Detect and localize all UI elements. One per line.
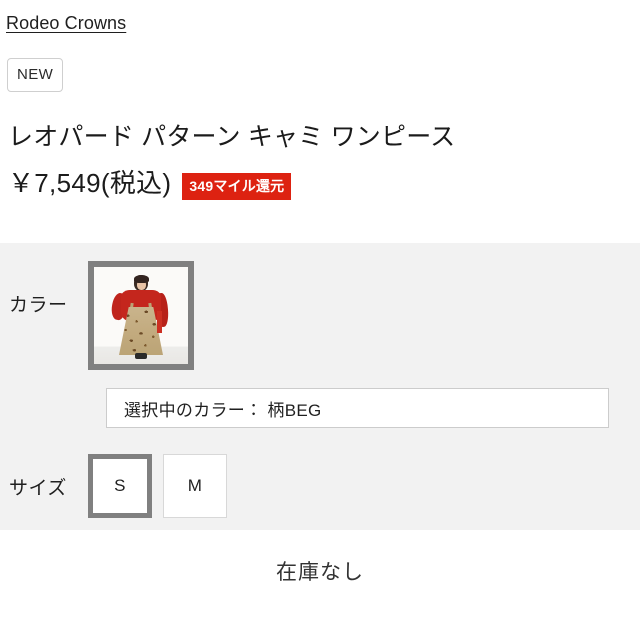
size-list: S M	[88, 454, 227, 518]
product-detail-page: Rodeo Crowns NEW レオパード パターン キャミ ワンピース ￥7…	[0, 0, 640, 640]
selected-color-display[interactable]: 選択中のカラー： 柄BEG	[106, 388, 609, 428]
model-shoes-icon	[135, 353, 147, 359]
product-price: ￥7,549(税込)	[8, 168, 172, 198]
size-option-m[interactable]: M	[163, 454, 227, 518]
product-photo-tag-icon	[157, 311, 162, 333]
stock-status: 在庫なし	[276, 561, 364, 584]
size-option-row: サイズ S M	[0, 428, 640, 518]
product-title: レオパード パターン キャミ ワンピース	[8, 123, 456, 151]
color-swatch-list	[88, 261, 194, 370]
color-option-row: カラー	[0, 243, 640, 370]
selected-color-spacer	[0, 388, 106, 428]
color-swatch-柄BEG[interactable]	[88, 261, 194, 370]
mile-reward-badge: 349マイル還元	[182, 172, 292, 200]
size-label: サイズ	[9, 478, 67, 499]
color-swatch-image	[94, 267, 188, 364]
size-option-s[interactable]: S	[88, 454, 152, 518]
model-fringe-icon	[134, 275, 149, 283]
badge-row: NEW	[0, 34, 640, 92]
brand-row: Rodeo Crowns	[0, 0, 640, 34]
new-badge: NEW	[7, 58, 64, 92]
color-label: カラー	[9, 295, 68, 316]
selected-color-row: 選択中のカラー： 柄BEG	[0, 370, 640, 428]
price-row: ￥7,549(税込) 349マイル還元	[0, 153, 640, 200]
brand-link[interactable]: Rodeo Crowns	[6, 13, 126, 33]
options-panel: カラー 選択中のカラー： 柄BEG サイズ S M	[0, 243, 640, 530]
